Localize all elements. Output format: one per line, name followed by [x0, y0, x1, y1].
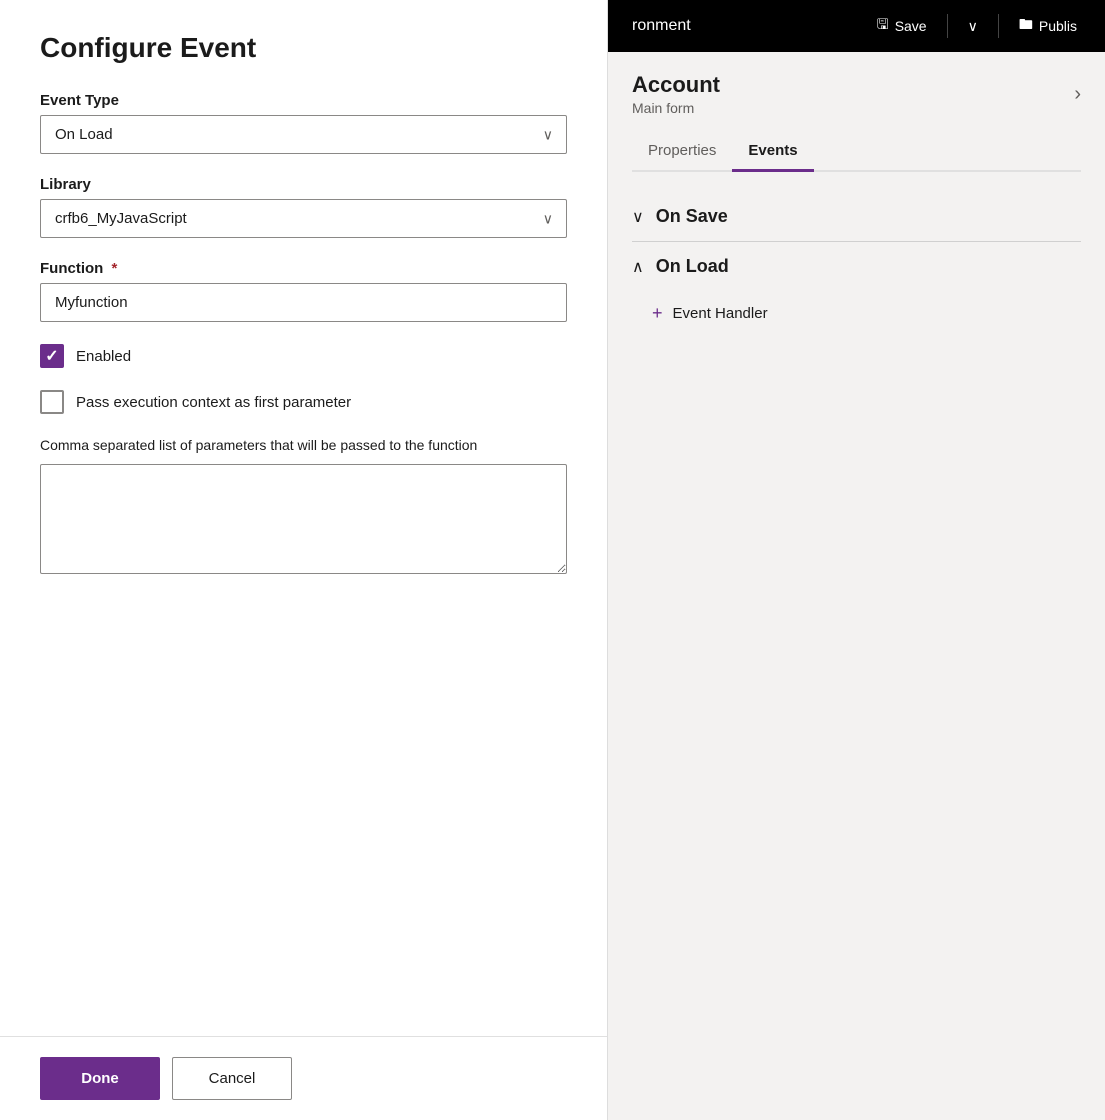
pass-context-group: Pass execution context as first paramete…: [40, 390, 567, 414]
on-save-chevron-icon: ∨: [632, 207, 644, 227]
library-group: Library crfb6_MyJavaScript ∨: [40, 176, 567, 238]
params-group: Comma separated list of parameters that …: [40, 436, 567, 579]
publish-icon: 🖿: [1019, 14, 1033, 38]
dialog-footer: Done Cancel: [0, 1036, 607, 1120]
tab-events[interactable]: Events: [732, 132, 813, 172]
save-icon: 🖫: [877, 14, 889, 38]
on-save-section: ∨ On Save: [632, 192, 1081, 242]
library-select[interactable]: crfb6_MyJavaScript: [40, 199, 567, 238]
pass-context-checkbox[interactable]: [40, 390, 64, 414]
add-handler-row[interactable]: + Event Handler: [632, 291, 1081, 336]
entity-name: Account: [632, 72, 720, 98]
dialog-title: Configure Event: [40, 32, 567, 64]
on-save-title: On Save: [656, 206, 728, 227]
on-load-section: ∧ On Load + Event Handler: [632, 242, 1081, 336]
library-label: Library: [40, 176, 567, 193]
entity-subname: Main form: [632, 100, 720, 116]
right-panel: ronment 🖫 Save ∨ 🖿 Publis Account Main f…: [608, 0, 1105, 1120]
params-textarea[interactable]: [40, 464, 567, 574]
on-load-title: On Load: [656, 256, 729, 277]
function-input[interactable]: [40, 283, 567, 322]
event-type-select[interactable]: On LoadOn SaveOn Change: [40, 115, 567, 154]
entity-header: Account Main form ›: [632, 72, 1081, 116]
done-button[interactable]: Done: [40, 1057, 160, 1100]
required-marker: *: [112, 260, 118, 277]
configure-event-dialog: Configure Event Event Type On LoadOn Sav…: [0, 0, 608, 1120]
params-description: Comma separated list of parameters that …: [40, 436, 567, 456]
toolbar-divider-2: [998, 14, 999, 38]
checkmark-icon: ✓: [45, 346, 58, 366]
on-load-row[interactable]: ∧ On Load: [632, 242, 1081, 291]
enabled-checkbox[interactable]: ✓: [40, 344, 64, 368]
event-type-select-wrapper: On LoadOn SaveOn Change ∨: [40, 115, 567, 154]
pass-context-checkbox-wrapper[interactable]: Pass execution context as first paramete…: [40, 390, 351, 414]
save-button[interactable]: 🖫 Save: [865, 8, 939, 44]
function-group: Function *: [40, 260, 567, 322]
entity-info: Account Main form: [632, 72, 720, 116]
on-load-chevron-icon: ∧: [632, 257, 644, 277]
function-label: Function *: [40, 260, 567, 277]
toolbar-divider: [947, 14, 948, 38]
entity-expand-icon[interactable]: ›: [1074, 83, 1081, 106]
publish-button[interactable]: 🖿 Publis: [1007, 8, 1089, 44]
cancel-button[interactable]: Cancel: [172, 1057, 292, 1100]
top-bar: ronment 🖫 Save ∨ 🖿 Publis: [608, 0, 1105, 52]
tab-properties[interactable]: Properties: [632, 132, 732, 172]
tabs-bar: Properties Events: [632, 132, 1081, 172]
enabled-group: ✓ Enabled: [40, 344, 567, 368]
event-type-label: Event Type: [40, 92, 567, 109]
add-icon: +: [652, 303, 663, 324]
library-select-wrapper: crfb6_MyJavaScript ∨: [40, 199, 567, 238]
add-handler-label: Event Handler: [673, 305, 768, 322]
topbar-title: ronment: [624, 17, 691, 35]
dialog-content: Configure Event Event Type On LoadOn Sav…: [0, 0, 607, 1036]
event-type-group: Event Type On LoadOn SaveOn Change ∨: [40, 92, 567, 154]
enabled-label: Enabled: [76, 348, 131, 365]
on-save-row[interactable]: ∨ On Save: [632, 192, 1081, 241]
dropdown-button[interactable]: ∨: [956, 12, 990, 41]
enabled-checkbox-wrapper[interactable]: ✓ Enabled: [40, 344, 131, 368]
chevron-down-icon: ∨: [968, 18, 978, 35]
pass-context-label: Pass execution context as first paramete…: [76, 394, 351, 411]
content-area: Account Main form › Properties Events ∨ …: [608, 52, 1105, 1120]
